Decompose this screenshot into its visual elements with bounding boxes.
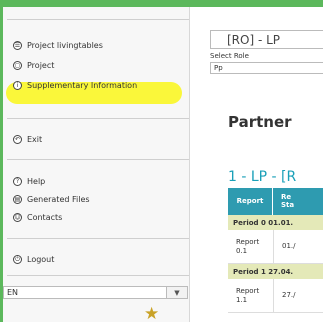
role-select-value: Pp (214, 64, 223, 72)
sidebar-item-label: Contacts (27, 213, 63, 222)
sidebar-item-label: Project (27, 61, 55, 70)
list-icon: ☰ (13, 41, 22, 50)
date-cell: 01./ (273, 230, 323, 263)
top-border (0, 0, 323, 7)
sidebar-divider (7, 238, 189, 239)
page-title: Partner (228, 113, 292, 131)
role-title-box: [RO] - LP (210, 30, 323, 49)
sidebar-item-project-livingtables[interactable]: ☰ Project livingtables (13, 41, 103, 50)
report-cell[interactable]: Report 1.1 (228, 279, 273, 312)
sidebar-item-supplementary-information[interactable]: i Supplementary Information (13, 81, 137, 90)
column-header-status: Re Sta (273, 188, 323, 215)
table-row[interactable]: Report 1.1 27./ (228, 279, 323, 313)
table-title: 1 - LP - [R (228, 169, 297, 185)
project-icon: ◻ (13, 61, 22, 70)
select-role-label: Select Role (210, 52, 249, 60)
role-select[interactable]: Pp (210, 62, 323, 74)
sidebar-item-label: Supplementary Information (27, 81, 138, 90)
sidebar: ☰ Project livingtables ◻ Project i Suppl… (3, 7, 190, 322)
language-select[interactable]: EN ▼ (3, 286, 188, 299)
power-icon: ⏻ (13, 255, 22, 264)
sidebar-item-exit[interactable]: ↶ Exit (13, 135, 42, 144)
language-value: EN (7, 288, 19, 297)
contacts-icon: ☺ (13, 213, 22, 222)
back-arrow-icon: ↶ (13, 135, 22, 144)
period-row: Period 0 01.01. (228, 215, 323, 230)
table-header: Report Re Sta (228, 188, 323, 215)
main-content: [RO] - LP Select Role Pp Partner 1 - LP … (190, 7, 323, 322)
sidebar-item-label: Logout (27, 255, 55, 264)
chevron-down-icon[interactable]: ▼ (166, 287, 187, 298)
help-icon: ? (13, 177, 22, 186)
reports-table: Report Re Sta Period 0 01.01. Report 0.1… (228, 188, 323, 313)
period-row: Period 1 27.04. (228, 264, 323, 279)
sidebar-item-label: Generated Files (27, 195, 90, 204)
sidebar-item-contacts[interactable]: ☺ Contacts (13, 213, 62, 222)
sidebar-divider (7, 275, 189, 276)
app-window: ☰ Project livingtables ◻ Project i Suppl… (0, 0, 323, 324)
table-row[interactable]: Report 0.1 01./ (228, 230, 323, 264)
date-cell: 27./ (273, 279, 323, 312)
sidebar-item-project[interactable]: ◻ Project (13, 61, 54, 70)
sidebar-item-generated-files[interactable]: ▤ Generated Files (13, 195, 90, 204)
column-header-report: Report (228, 188, 273, 215)
files-icon: ▤ (13, 195, 22, 204)
info-icon: i (13, 81, 22, 90)
sidebar-item-help[interactable]: ? Help (13, 177, 45, 186)
sidebar-item-logout[interactable]: ⏻ Logout (13, 255, 54, 264)
star-icon: ★ (144, 304, 160, 324)
sidebar-item-label: Exit (27, 135, 43, 144)
sidebar-divider (7, 159, 189, 160)
sidebar-item-label: Help (27, 177, 46, 186)
sidebar-item-label: Project livingtables (27, 41, 103, 50)
sidebar-divider (7, 19, 189, 20)
report-cell[interactable]: Report 0.1 (228, 230, 273, 263)
sidebar-divider (7, 118, 189, 119)
